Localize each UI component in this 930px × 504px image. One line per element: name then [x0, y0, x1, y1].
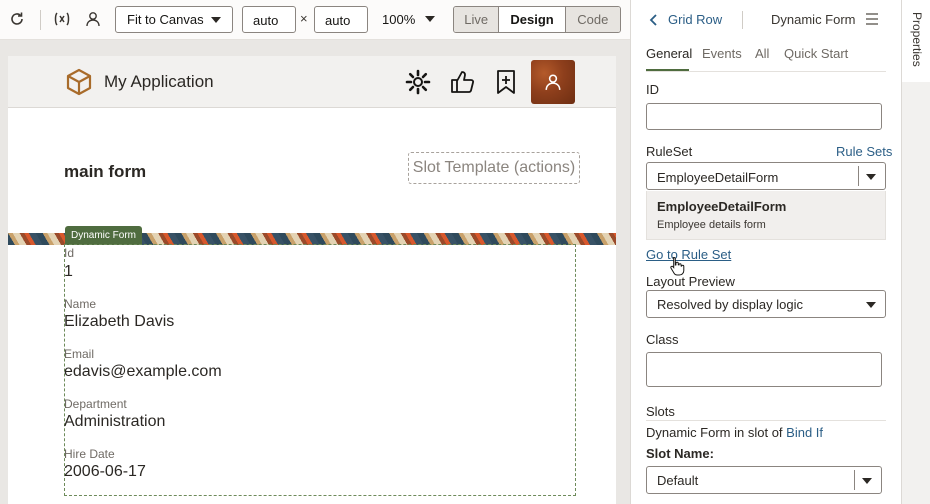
ruleset-label: RuleSet	[646, 144, 693, 159]
properties-panel: Grid Row Dynamic Form General Events All…	[630, 0, 900, 504]
field-label-department: Department	[64, 397, 127, 411]
select-divider	[858, 166, 859, 186]
tab-general[interactable]: General	[646, 46, 692, 61]
hand-cursor-icon	[670, 256, 685, 276]
app-title: My Application	[104, 72, 214, 91]
ruleset-select-value: EmployeeDetailForm	[657, 170, 779, 185]
designer-toolbar: Fit to Canvas auto × auto 100% Live Desi…	[0, 0, 630, 40]
avatar[interactable]	[531, 60, 575, 104]
slot-info-text: Dynamic Form in slot of	[646, 425, 783, 440]
property-tabs: General Events All Quick Start	[646, 40, 886, 72]
ruleset-select[interactable]: EmployeeDetailForm	[646, 162, 886, 190]
app-header: My Application	[8, 56, 616, 108]
field-label-email: Email	[64, 347, 95, 361]
user-icon[interactable]	[82, 8, 104, 30]
select-divider	[854, 470, 855, 490]
id-label: ID	[646, 82, 659, 97]
slot-info: Dynamic Form in slot of Bind If	[646, 425, 823, 440]
menu-icon[interactable]	[865, 13, 879, 25]
dynamic-form-badge[interactable]: Dynamic Form	[65, 226, 143, 245]
zoom-level[interactable]: 100%	[382, 12, 415, 27]
field-value-hire-date: 2006-06-17	[64, 463, 146, 480]
breadcrumb-current: Dynamic Form	[771, 12, 856, 27]
dimension-separator: ×	[300, 11, 308, 26]
properties-side-tab[interactable]: Properties	[901, 0, 930, 504]
design-canvas: My Application main form Slot Template (…	[0, 40, 630, 504]
layout-preview-select[interactable]: Resolved by display logic	[646, 290, 886, 318]
mode-live-button[interactable]: Live	[454, 7, 500, 32]
variables-icon[interactable]	[51, 8, 73, 30]
canvas-height-input[interactable]: auto	[314, 6, 368, 33]
canvas-width-input[interactable]: auto	[242, 6, 296, 33]
chevron-down-icon[interactable]	[866, 302, 876, 308]
chevron-down-icon	[211, 17, 221, 23]
side-tab-label: Properties	[910, 12, 924, 67]
class-input[interactable]	[646, 352, 882, 387]
id-input[interactable]	[646, 103, 882, 130]
refresh-icon[interactable]	[6, 8, 28, 30]
mode-code-button[interactable]: Code	[565, 7, 620, 32]
breadcrumb-divider	[742, 11, 743, 29]
go-to-rule-set-link[interactable]: Go to Rule Set	[646, 247, 731, 262]
breadcrumb-grid-row[interactable]: Grid Row	[668, 12, 722, 27]
field-value-id: 1	[64, 263, 73, 280]
option-title: EmployeeDetailForm	[657, 199, 787, 214]
view-mode-switcher: Live Design Code	[453, 6, 621, 33]
active-tab-indicator	[646, 69, 689, 71]
field-label-id: Id	[64, 246, 75, 260]
slot-name-label: Slot Name:	[646, 446, 714, 461]
option-description: Employee details form	[657, 219, 766, 231]
chevron-left-icon[interactable]	[647, 12, 661, 28]
bind-if-link[interactable]: Bind If	[786, 425, 823, 440]
cube-logo-icon	[66, 68, 92, 96]
slot-name-select[interactable]: Default	[646, 466, 882, 494]
layout-preview-label: Layout Preview	[646, 274, 735, 289]
rule-sets-link[interactable]: Rule Sets	[836, 144, 892, 159]
tab-events[interactable]: Events	[702, 46, 742, 61]
gear-icon[interactable]	[405, 69, 431, 95]
bookmark-add-icon[interactable]	[493, 69, 519, 95]
page-title: main form	[64, 162, 147, 181]
fit-select-value: Fit to Canvas	[127, 12, 204, 27]
class-label: Class	[646, 332, 679, 347]
layout-preview-value: Resolved by display logic	[657, 297, 803, 312]
field-value-email: edavis@example.com	[64, 363, 222, 380]
chevron-down-icon[interactable]	[862, 478, 872, 484]
tab-quick-start[interactable]: Quick Start	[784, 46, 848, 61]
chevron-down-icon[interactable]	[866, 174, 876, 180]
slot-name-value: Default	[657, 473, 699, 488]
field-value-department: Administration	[64, 413, 166, 430]
slots-heading: Slots	[646, 404, 675, 419]
mode-design-button[interactable]: Design	[499, 7, 566, 32]
person-icon	[545, 74, 561, 90]
field-label-hire-date: Hire Date	[64, 447, 115, 461]
toolbar-divider	[40, 10, 41, 30]
zoom-chevron-down-icon[interactable]	[425, 16, 435, 22]
field-value-name: Elizabeth Davis	[64, 313, 175, 330]
page-frame: My Application main form Slot Template (…	[8, 56, 616, 504]
thumbs-up-icon[interactable]	[449, 69, 475, 95]
section-divider	[646, 420, 886, 421]
fit-to-canvas-select[interactable]: Fit to Canvas	[115, 6, 233, 33]
field-label-name: Name	[64, 297, 97, 311]
ruleset-dropdown-option[interactable]: EmployeeDetailForm Employee details form	[646, 191, 886, 240]
tab-all[interactable]: All	[755, 46, 769, 61]
slot-template-actions[interactable]: Slot Template (actions)	[408, 152, 580, 184]
